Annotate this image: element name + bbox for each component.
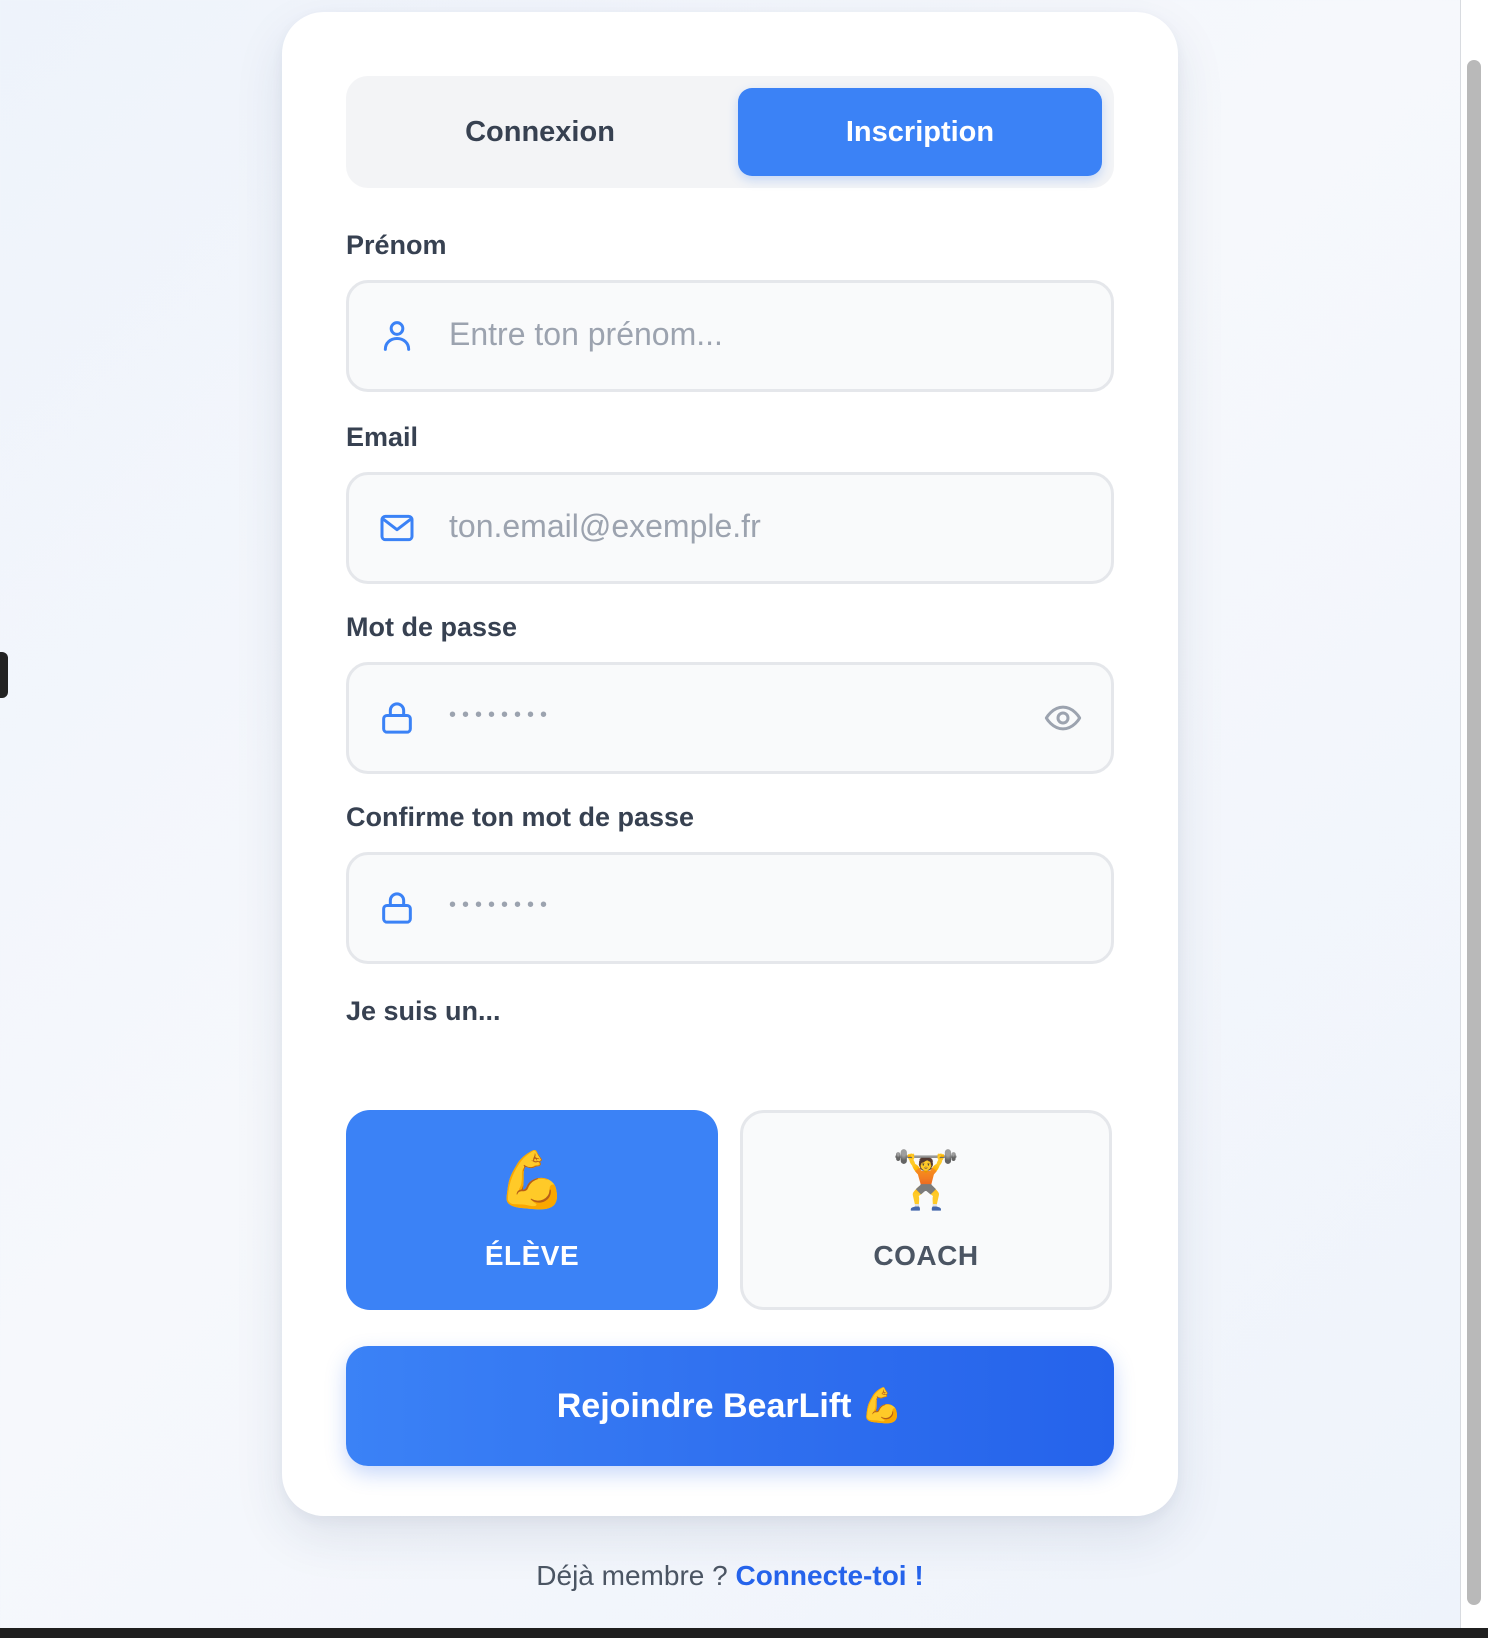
role-option-coach[interactable]: 🏋️ COACH [740, 1110, 1112, 1310]
role-option-eleve[interactable]: 💪 ÉLÈVE [346, 1110, 718, 1310]
lock-icon [382, 892, 412, 924]
signup-card: Connexion Inscription Prénom Email Mot d… [282, 12, 1178, 1516]
mail-icon [380, 514, 414, 542]
confirm-password-field[interactable]: •••••••• [346, 852, 1114, 964]
role-option-label: COACH [873, 1240, 979, 1271]
login-link[interactable]: Connecte-toi ! [735, 1560, 923, 1591]
first-name-input[interactable] [447, 283, 1011, 385]
password-placeholder: •••••••• [449, 704, 554, 726]
window-bottom-edge [0, 1628, 1488, 1638]
password-field[interactable]: •••••••• [346, 662, 1114, 774]
auth-tabs: Connexion Inscription [346, 76, 1114, 188]
eye-icon[interactable] [1043, 698, 1083, 738]
weightlifter-icon: 🏋️ [891, 1148, 961, 1211]
footer-text: Déjà membre ? [536, 1560, 728, 1591]
flexed-biceps-icon: 💪 [497, 1148, 567, 1211]
tab-connexion[interactable]: Connexion [358, 88, 722, 176]
side-handle[interactable] [0, 652, 8, 698]
confirm-password-placeholder: •••••••• [449, 894, 554, 916]
user-icon [383, 321, 411, 351]
password-label: Mot de passe [346, 612, 518, 642]
role-label: Je suis un... [346, 996, 501, 1026]
first-name-field[interactable] [346, 280, 1114, 392]
submit-button[interactable]: Rejoindre BearLift 💪 [346, 1346, 1114, 1466]
first-name-label: Prénom [346, 230, 447, 260]
confirm-password-label: Confirme ton mot de passe [346, 802, 695, 832]
footer: Déjà membre ? Connecte-toi ! [282, 1560, 1178, 1592]
tab-inscription[interactable]: Inscription [738, 88, 1102, 176]
email-field[interactable] [346, 472, 1114, 584]
lock-icon [382, 702, 412, 734]
role-option-label: ÉLÈVE [484, 1240, 580, 1271]
scrollbar[interactable] [1467, 60, 1481, 1605]
email-label: Email [346, 422, 419, 452]
email-input[interactable] [447, 475, 1011, 577]
